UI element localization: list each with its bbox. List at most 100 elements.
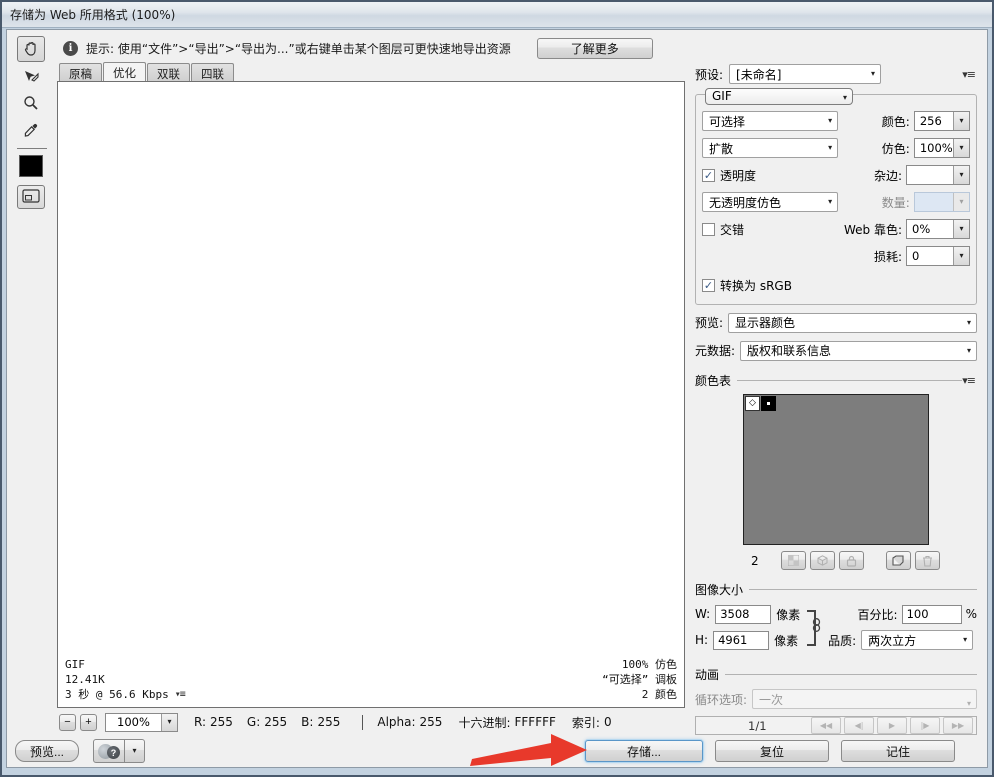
zoom-tool-button[interactable] bbox=[17, 90, 45, 116]
width-input[interactable] bbox=[715, 605, 771, 624]
interlaced-checkbox[interactable] bbox=[702, 223, 715, 236]
slice-select-tool-button[interactable] bbox=[17, 63, 45, 89]
previous-frame-button: ◀| bbox=[844, 717, 874, 734]
dither-amount-select[interactable]: 100% ▾ bbox=[914, 138, 970, 158]
percent-input[interactable] bbox=[902, 605, 962, 624]
next-frame-button: |▶ bbox=[910, 717, 940, 734]
window-title: 存储为 Web 所用格式 (100%) bbox=[10, 8, 175, 22]
format-options-group: 可选择 ▾ 颜色: 256 ▾ 扩散 ▾ bbox=[695, 94, 977, 305]
color-table-header: 颜色表 ▾≡ bbox=[695, 372, 977, 389]
chevron-down-icon: ▾ bbox=[967, 319, 971, 327]
convert-srgb-checkbox[interactable]: ✓ bbox=[702, 279, 715, 292]
format-value: GIF bbox=[712, 89, 732, 103]
settings-menu-icon[interactable]: ▾≡ bbox=[962, 68, 977, 81]
zoom-in-button[interactable]: + bbox=[80, 714, 97, 731]
loop-options-select: 一次 ▾ bbox=[752, 689, 977, 709]
color-table-grid[interactable]: ◇ bbox=[743, 394, 929, 545]
web-shift-button[interactable] bbox=[810, 551, 835, 570]
quality-select[interactable]: 两次立方 ▾ bbox=[861, 630, 973, 650]
status-dither: 100% 仿色 bbox=[602, 657, 677, 672]
save-button[interactable]: 存储... bbox=[585, 740, 703, 762]
preview-mode-select[interactable]: 显示器颜色 ▾ bbox=[728, 313, 977, 333]
transparency-swatch[interactable]: ◇ bbox=[745, 396, 760, 411]
black-color-swatch[interactable] bbox=[761, 396, 776, 411]
loop-options-row: 循环选项: 一次 ▾ bbox=[695, 689, 977, 709]
format-select[interactable]: GIF ▾ bbox=[705, 88, 853, 105]
first-frame-button: ◀◀ bbox=[811, 717, 841, 734]
chevron-down-icon: ▾ bbox=[828, 144, 832, 152]
image-preview-canvas[interactable]: GIF 12.41K 3 秒 @ 56.6 Kbps ▾≡ 100% 仿色 “可… bbox=[57, 81, 685, 708]
color-table-controls: 2 bbox=[695, 551, 977, 570]
new-color-button[interactable] bbox=[886, 551, 911, 570]
dither-label: 仿色: bbox=[838, 140, 914, 157]
lock-color-button[interactable] bbox=[839, 551, 864, 570]
learn-more-button[interactable]: 了解更多 bbox=[537, 38, 653, 59]
color-table-menu-icon[interactable]: ▾≡ bbox=[962, 374, 977, 387]
lossy-select[interactable]: 0 ▾ bbox=[906, 246, 970, 266]
dither-method-value: 扩散 bbox=[709, 140, 733, 157]
loop-options-label: 循环选项: bbox=[695, 691, 747, 708]
preview-in-browser-button[interactable]: 预览... bbox=[15, 740, 79, 762]
chevron-down-icon: ▾ bbox=[959, 117, 963, 125]
reset-button[interactable]: 复位 bbox=[715, 740, 829, 762]
new-swatch-icon bbox=[892, 555, 904, 567]
amount-select: ▾ bbox=[914, 192, 970, 212]
lossy-value: 0 bbox=[907, 247, 953, 265]
delete-color-button[interactable] bbox=[915, 551, 940, 570]
transparency-dither-select[interactable]: 无透明度仿色 ▾ bbox=[702, 192, 838, 212]
web-snap-label: Web 靠色: bbox=[820, 221, 906, 238]
chevron-down-icon: ▾ bbox=[871, 70, 875, 78]
zoom-level-select[interactable]: 100% ▾ bbox=[105, 713, 178, 732]
color-reduction-select[interactable]: 可选择 ▾ bbox=[702, 111, 838, 131]
interlaced-label: 交错 bbox=[720, 221, 744, 238]
dither-method-select[interactable]: 扩散 ▾ bbox=[702, 138, 838, 158]
chevron-down-icon: ▾ bbox=[959, 225, 963, 233]
transparency-checkbox[interactable]: ✓ bbox=[702, 169, 715, 182]
animation-header: 动画 bbox=[695, 666, 977, 683]
height-input[interactable] bbox=[713, 631, 769, 650]
percent-unit: % bbox=[966, 607, 977, 621]
remember-button[interactable]: 记住 bbox=[841, 740, 955, 762]
tab-original[interactable]: 原稿 bbox=[59, 63, 102, 81]
settings-panel: 预设: [未命名] ▾ ▾≡ GIF ▾ 可选择 ▾ bbox=[685, 62, 981, 735]
zoom-out-button[interactable]: − bbox=[59, 714, 76, 731]
tab-4up[interactable]: 四联 bbox=[191, 63, 234, 81]
chain-link-icon[interactable] bbox=[812, 618, 821, 635]
preset-label: 预设: bbox=[695, 66, 723, 83]
width-unit: 像素 bbox=[776, 606, 800, 623]
divider bbox=[749, 589, 977, 590]
tab-2up[interactable]: 双联 bbox=[147, 63, 190, 81]
status-menu-icon[interactable]: ▾≡ bbox=[175, 687, 185, 702]
titlebar[interactable]: 存储为 Web 所用格式 (100%) bbox=[2, 2, 992, 28]
loop-options-value: 一次 bbox=[759, 691, 783, 708]
metadata-select[interactable]: 版权和联系信息 ▾ bbox=[740, 341, 977, 361]
web-snap-select[interactable]: 0% ▾ bbox=[906, 219, 970, 239]
amount-value bbox=[915, 193, 953, 211]
status-palette: “可选择” 调板 bbox=[602, 672, 677, 687]
hand-icon bbox=[22, 40, 40, 58]
eyedropper-tool-button[interactable] bbox=[17, 117, 45, 143]
tool-divider bbox=[17, 148, 47, 149]
colors-value: 256 bbox=[915, 112, 953, 130]
status-colors: 2 颜色 bbox=[602, 687, 677, 702]
matte-select[interactable]: ▾ bbox=[906, 165, 970, 185]
preview-mode-label: 预览: bbox=[695, 314, 723, 331]
toggle-slices-visibility-button[interactable] bbox=[17, 185, 45, 209]
tab-optimized[interactable]: 优化 bbox=[103, 62, 146, 81]
save-for-web-dialog: 存储为 Web 所用格式 (100%) i 提示: 使用“文件”>“导出”>“导… bbox=[0, 0, 994, 777]
hand-tool-button[interactable] bbox=[17, 36, 45, 62]
browser-dropdown-button[interactable]: ▾ bbox=[125, 739, 145, 763]
height-unit: 像素 bbox=[774, 632, 798, 649]
cube-icon bbox=[817, 555, 828, 566]
eyedropper-color-swatch[interactable] bbox=[19, 155, 43, 177]
colors-select[interactable]: 256 ▾ bbox=[914, 111, 970, 131]
map-transparency-button[interactable] bbox=[781, 551, 806, 570]
eyedropper-icon bbox=[22, 121, 40, 139]
color-table-title: 颜色表 bbox=[695, 372, 731, 389]
height-label: H: bbox=[695, 633, 708, 647]
browser-question-icon: ? bbox=[107, 746, 120, 759]
default-browser-button[interactable]: ? bbox=[93, 739, 125, 763]
readout-divider bbox=[362, 715, 363, 730]
preset-select[interactable]: [未命名] ▾ bbox=[729, 64, 881, 84]
chevron-down-icon: ▾ bbox=[959, 198, 963, 206]
